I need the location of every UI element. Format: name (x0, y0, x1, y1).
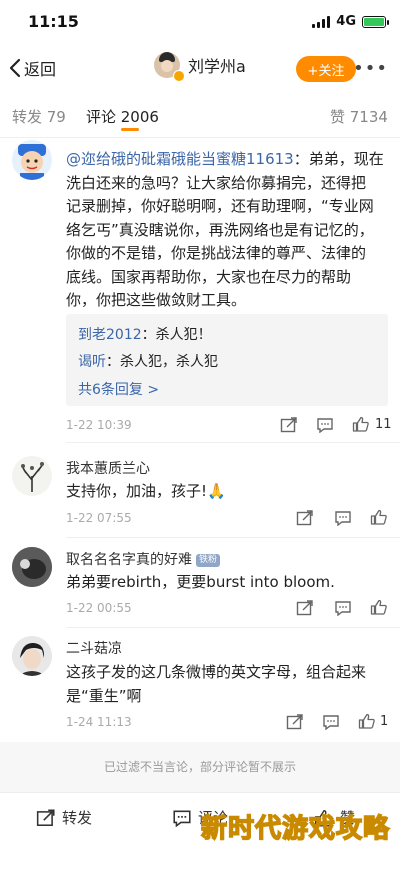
comment-line: 底线。国家再帮助你，大家也在尽力的帮助 (66, 267, 352, 286)
battery-icon (362, 15, 389, 28)
signal-icon (312, 15, 331, 28)
follow-button[interactable]: +关注 (296, 56, 356, 82)
status-bar: 11:15 4G (0, 0, 400, 44)
home-indicator-area (0, 842, 400, 874)
comment-text: @迩给硪的砒霜硪能当蜜糖11613：弟弟，现在 洗白还来的急吗？让大家给你募捐完… (66, 148, 392, 313)
status-indicators: 4G (312, 14, 389, 29)
tab-active-indicator (121, 128, 139, 131)
comment-text: 支持你，加油，孩子!🙏 (66, 482, 226, 500)
comment-line: 是“重生”啊 (66, 686, 142, 705)
verified-badge-icon (173, 70, 185, 82)
comment-line: 这孩子发的这几条微博的英文字母，组合起来 (66, 663, 367, 681)
thumbs-up-icon[interactable] (358, 713, 376, 729)
nav-user[interactable]: 刘学州a (154, 52, 246, 78)
comment-line: 你做的不是错，你是挑战法律的尊严、法律的 (66, 244, 367, 262)
reply-text: ：杀人犯，杀人犯 (106, 354, 218, 370)
like-count: 1 (380, 714, 389, 729)
comment-author[interactable]: 取名名名字真的好难 铁粉 (66, 549, 221, 569)
reply-preview[interactable]: 到老2012：杀人犯！ 谒听：杀人犯，杀人犯 共6条回复 > (66, 314, 388, 406)
back-button[interactable]: 返回 (8, 56, 56, 80)
avatar-photo-icon (12, 547, 52, 587)
avatar-photo-icon (12, 636, 52, 676)
reply-item: 到老2012：杀人犯！ (78, 324, 212, 344)
avatar[interactable] (12, 456, 52, 496)
tab-repost[interactable]: 转发 79 (12, 106, 66, 127)
comment-icon (173, 810, 191, 827)
avatar-cartoon-icon (18, 144, 46, 180)
nav-bar: 返回 刘学州a +关注 ••• (0, 50, 400, 90)
reply-author[interactable]: 谒听 (78, 354, 106, 370)
tab-comments[interactable]: 评论 2006 (86, 106, 159, 127)
fan-badge: 铁粉 (196, 553, 221, 567)
user-name: 刘学州a (188, 57, 246, 76)
tab-bar: 转发 79 评论 2006 赞 7134 (0, 96, 400, 138)
comment-icon[interactable] (334, 600, 352, 616)
comment-time: 1-22 10:39 (66, 418, 132, 432)
mention-link[interactable]: @迩给硪的砒霜硪能当蜜糖11613 (66, 150, 294, 168)
comment-icon[interactable] (334, 510, 352, 526)
comment-icon[interactable] (322, 714, 340, 730)
comment-author[interactable]: 我本蕙质兰心 (66, 458, 150, 478)
network-label: 4G (336, 14, 356, 29)
status-time: 11:15 (28, 12, 79, 31)
avatar[interactable] (12, 547, 52, 587)
like-count: 11 (375, 417, 392, 432)
avatar[interactable] (12, 636, 52, 676)
reply-author[interactable]: 到老2012 (78, 327, 142, 343)
share-icon[interactable] (286, 714, 304, 730)
more-icon[interactable]: ••• (353, 58, 388, 79)
thumbs-up-icon[interactable] (370, 509, 388, 525)
back-label: 返回 (24, 60, 57, 79)
share-icon (36, 808, 55, 826)
avatar-ink-tree-icon (21, 462, 44, 492)
thumbs-up-icon[interactable] (352, 416, 370, 432)
filtered-notice: 已过滤不当言论，部分评论暂不展示 (0, 742, 400, 792)
view-replies-link[interactable]: 共6条回复 > (78, 379, 159, 399)
tab-likes[interactable]: 赞 7134 (330, 106, 388, 127)
avatar[interactable] (12, 140, 52, 180)
divider (66, 442, 400, 443)
chevron-left-icon (9, 58, 21, 78)
comment-time: 1-24 11:13 (66, 715, 132, 729)
divider (66, 537, 400, 538)
comment-icon[interactable] (316, 417, 334, 433)
repost-button[interactable]: 转发 (36, 807, 92, 828)
repost-label: 转发 (62, 809, 93, 827)
watermark: 新时代游戏攻略 (200, 813, 390, 845)
reply-text: ：杀人犯！ (141, 327, 212, 343)
comment-text: 弟弟要rebirth，更要burst into bloom. (66, 573, 335, 591)
comment-line: ：弟弟，现在 (293, 150, 384, 168)
comment-line: 你，你把这些做敛财工具。 (66, 291, 247, 309)
comment-line: 记录删掉，你好聪明啊，还有助理啊，“专业网 (66, 197, 374, 215)
thumbs-up-icon[interactable] (370, 599, 388, 615)
comment-line: 络乞丐”真没瞎说你，再洗网络也是有记忆的， (66, 220, 374, 239)
share-icon[interactable] (296, 600, 314, 616)
share-icon[interactable] (280, 417, 298, 433)
comment-time: 1-22 00:55 (66, 601, 132, 615)
divider (66, 627, 400, 628)
author-name: 取名名名字真的好难 (66, 552, 192, 568)
comment-text: 这孩子发的这几条微博的英文字母，组合起来 是“重生”啊 (66, 661, 392, 708)
reply-item: 谒听：杀人犯，杀人犯 (78, 351, 218, 371)
comment-time: 1-22 07:55 (66, 511, 132, 525)
comment-author[interactable]: 二斗菇凉 (66, 638, 122, 658)
comment-line: 洗白还来的急吗？让大家给你募捐完，还得把 (66, 173, 367, 192)
share-icon[interactable] (296, 510, 314, 526)
